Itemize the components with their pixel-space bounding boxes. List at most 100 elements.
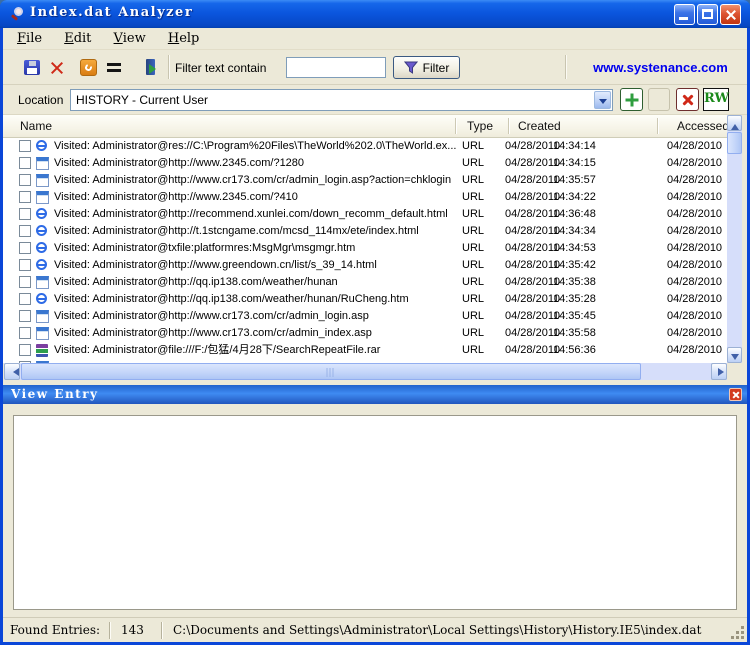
entry-type: URL xyxy=(462,172,484,189)
row-checkbox[interactable] xyxy=(19,310,31,322)
table-row[interactable]: Visited: Administrator@http://www.cr173.… xyxy=(3,172,727,189)
entry-created-date: 04/28/2010 xyxy=(505,342,560,359)
entry-name: Visited: Administrator@res://C:\Program%… xyxy=(54,138,456,155)
column-separator[interactable] xyxy=(508,118,509,134)
table-row[interactable]: Visited: Administrator@http://qq.ip138.c… xyxy=(3,291,727,308)
website-link[interactable]: www.systenance.com xyxy=(593,60,728,75)
entry-created-time: 14:35:45 xyxy=(553,308,596,325)
table-row[interactable]: Visited: Administrator@file:///F:/包猛/4月2… xyxy=(3,342,727,359)
minimize-button[interactable] xyxy=(674,4,695,25)
entry-accessed-date: 04/28/2010 xyxy=(667,172,722,189)
filter-button[interactable]: Filter xyxy=(393,56,460,79)
equals-icon[interactable] xyxy=(107,63,121,72)
refresh-icon[interactable] xyxy=(80,59,97,76)
chevron-down-icon[interactable] xyxy=(594,91,611,109)
entry-accessed-date: 04/28/2010 xyxy=(667,342,722,359)
view-entry-close-icon[interactable] xyxy=(729,388,742,401)
row-checkbox[interactable] xyxy=(19,208,31,220)
entry-type: URL xyxy=(462,325,484,342)
internet-explorer-icon xyxy=(36,293,47,304)
entry-accessed-date: 04/28/2010 xyxy=(667,240,722,257)
horizontal-scrollbar[interactable] xyxy=(4,363,727,380)
row-checkbox[interactable] xyxy=(19,157,31,169)
remove-location-button[interactable] xyxy=(676,88,699,111)
row-checkbox[interactable] xyxy=(19,225,31,237)
row-checkbox[interactable] xyxy=(19,191,31,203)
row-checkbox[interactable] xyxy=(19,327,31,339)
column-header-type[interactable]: Type xyxy=(467,119,493,133)
menu-item-view[interactable]: View xyxy=(110,31,150,46)
entry-created-date: 04/28/2010 xyxy=(505,325,560,342)
resize-grip[interactable] xyxy=(732,627,745,640)
column-header-accessed[interactable]: Accessed xyxy=(677,119,729,133)
entry-created-time: 14:34:34 xyxy=(553,223,596,240)
entry-type: URL xyxy=(462,274,484,291)
table-row[interactable]: Visited: Administrator@http://www.cr173.… xyxy=(3,325,727,342)
exit-icon[interactable] xyxy=(145,59,161,75)
entry-created-date: 04/28/2010 xyxy=(505,240,560,257)
add-location-button[interactable] xyxy=(620,88,643,111)
column-separator[interactable] xyxy=(455,118,456,134)
status-separator xyxy=(161,622,162,639)
row-checkbox[interactable] xyxy=(19,140,31,152)
location-combobox[interactable]: HISTORY - Current User xyxy=(70,89,613,111)
row-checkbox[interactable] xyxy=(19,276,31,288)
row-checkbox[interactable] xyxy=(19,242,31,254)
scroll-up-button[interactable] xyxy=(727,115,742,131)
menu-item-file[interactable]: File xyxy=(13,31,46,46)
row-checkbox[interactable] xyxy=(19,174,31,186)
internet-explorer-icon xyxy=(36,225,47,236)
client-area: File Edit View Help Filter text contain … xyxy=(3,28,747,642)
scroll-down-button[interactable] xyxy=(727,347,742,363)
column-separator[interactable] xyxy=(657,118,658,134)
table-header: Name Type Created Accessed xyxy=(3,115,727,138)
table-row[interactable]: Visited: Administrator@http://www.2345.c… xyxy=(3,155,727,172)
table-row[interactable]: Visited: Administrator@txfile:platformre… xyxy=(3,240,727,257)
entry-created-date: 04/28/2010 xyxy=(505,172,560,189)
filter-input[interactable] xyxy=(286,57,386,78)
entry-created-time: 14:35:42 xyxy=(553,257,596,274)
magnifier-icon xyxy=(10,6,26,22)
row-checkbox[interactable] xyxy=(19,259,31,271)
column-header-created[interactable]: Created xyxy=(518,119,561,133)
close-button[interactable] xyxy=(720,4,741,25)
webpage-icon xyxy=(36,174,49,187)
table-row[interactable]: Visited: Administrator@http://www.cr173.… xyxy=(3,308,727,325)
vertical-scroll-thumb[interactable] xyxy=(727,132,742,154)
table-row[interactable]: Visited: Administrator@http://recommend.… xyxy=(3,206,727,223)
menu-item-edit[interactable]: Edit xyxy=(60,31,95,46)
webpage-icon xyxy=(36,327,49,340)
webpage-icon xyxy=(36,310,49,323)
entry-created-time: 14:35:58 xyxy=(553,325,596,342)
vertical-scrollbar[interactable] xyxy=(727,115,742,363)
rw-button[interactable]: RW xyxy=(703,88,729,111)
thumb-grip xyxy=(327,368,336,377)
table-row[interactable]: Visited: Administrator@http://t.1stcngam… xyxy=(3,223,727,240)
entry-type: URL xyxy=(462,342,484,359)
maximize-button[interactable] xyxy=(697,4,718,25)
row-checkbox[interactable] xyxy=(19,293,31,305)
toolbar-separator xyxy=(565,55,566,79)
row-checkbox[interactable] xyxy=(19,344,31,356)
entry-accessed-date: 04/28/2010 xyxy=(667,291,722,308)
scroll-right-button[interactable] xyxy=(711,363,727,380)
table-row[interactable]: Visited: Administrator@http://qq.ip138.c… xyxy=(3,274,727,291)
webpage-icon xyxy=(36,191,49,204)
table-row[interactable]: Visited: Administrator@res://C:\Program%… xyxy=(3,138,727,155)
entry-list: Visited: Administrator@res://C:\Program%… xyxy=(3,138,727,363)
table-row[interactable]: Visited: Administrator@http://www.greend… xyxy=(3,257,727,274)
view-entry-content[interactable] xyxy=(13,415,737,610)
entry-name: Visited: Administrator@http://t.1stcngam… xyxy=(54,223,456,240)
delete-icon[interactable] xyxy=(48,59,65,76)
table-row[interactable]: Visited: Administrator@http://www.2345.c… xyxy=(3,189,727,206)
column-header-name[interactable]: Name xyxy=(20,119,52,133)
entry-name: Visited: Administrator@file:///F:/包猛/4月2… xyxy=(54,342,456,359)
horizontal-scroll-thumb[interactable] xyxy=(21,363,641,380)
menu-item-help[interactable]: Help xyxy=(164,31,204,46)
view-entry-title: View Entry xyxy=(11,387,99,401)
entry-created-date: 04/28/2010 xyxy=(505,291,560,308)
entry-name: Visited: Administrator@txfile:platformre… xyxy=(54,240,456,257)
entry-name: Visited: Administrator@http://www.cr173.… xyxy=(54,172,456,189)
save-icon[interactable] xyxy=(24,60,40,75)
scroll-left-button[interactable] xyxy=(4,363,20,380)
